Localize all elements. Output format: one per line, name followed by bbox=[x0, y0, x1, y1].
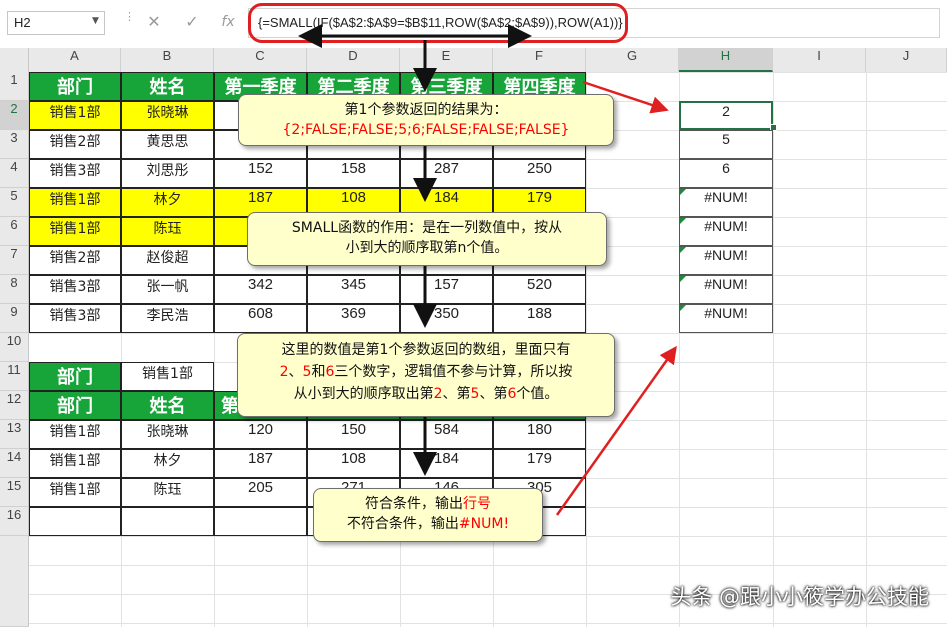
callout-number: 2 bbox=[279, 364, 289, 380]
callout-output-rule: 符合条件，输出行号 不符合条件，输出#NUM! bbox=[313, 488, 543, 542]
callout-text: 个值。 bbox=[516, 386, 559, 402]
callout-text: 第1个参数返回的结果为： bbox=[344, 102, 508, 118]
callout-text: 这里的数值是第1个参数返回的数组，里面只有 bbox=[281, 342, 571, 358]
callout-number: 2 bbox=[433, 386, 443, 402]
callout-small-function: SMALL函数的作用：是在一列数值中，按从 小到大的顺序取第n个值。 bbox=[247, 212, 607, 266]
callout-text: 三个数字，逻辑值不参与计算，所以按 bbox=[334, 364, 573, 380]
callout-text: SMALL函数的作用：是在一列数值中，按从 bbox=[291, 220, 563, 236]
callout-text: 符合条件，输出 bbox=[365, 496, 463, 512]
callout-text: 和 bbox=[311, 364, 326, 380]
callout-text: 小到大的顺序取第n个值。 bbox=[345, 240, 509, 256]
callout-text: 不符合条件，输出 bbox=[346, 516, 459, 532]
callout-text: 、 bbox=[288, 364, 303, 380]
callout-text: 行号 bbox=[463, 496, 491, 512]
callout-text: 、第 bbox=[442, 386, 471, 402]
callout-text: #NUM! bbox=[458, 516, 510, 532]
callout-text: 从小到大的顺序取出第 bbox=[293, 386, 434, 402]
watermark: 头条 @跟小小筱学办公技能 bbox=[670, 585, 929, 609]
callout-first-argument: 第1个参数返回的结果为： {2;FALSE;FALSE;5;6;FALSE;FA… bbox=[238, 94, 614, 146]
callout-array-explanation: 这里的数值是第1个参数返回的数组，里面只有 2、5和6三个数字，逻辑值不参与计算… bbox=[237, 333, 615, 417]
callout-text: 、第 bbox=[479, 386, 508, 402]
callout-text: {2;FALSE;FALSE;5;6;FALSE;FALSE;FALSE} bbox=[282, 122, 570, 138]
